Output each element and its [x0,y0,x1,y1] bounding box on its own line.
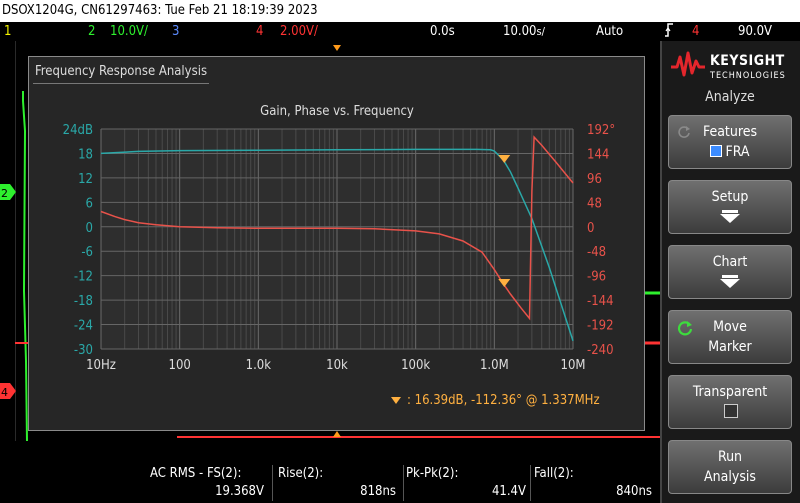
y-right-tick-label: 96 [587,172,602,187]
submenu-arrow-icon [720,279,740,288]
transparent-label: Transparent [692,384,768,400]
y-left-tick-label: 12 [78,172,93,187]
y-left-tick-label: -18 [74,294,93,309]
brand-name: KEYSIGHT [710,53,785,69]
chart-label: Chart [712,254,748,270]
y-left-tick-label: 18 [78,147,93,162]
features-label: Features [702,124,758,140]
y-right-tick-label: -240 [587,343,614,358]
measurement-fall[interactable]: Fall(2): 840ns [534,463,658,503]
marker-label: Marker [708,339,752,355]
window-title: DSOX1204G, CN61297463: Tue Feb 21 18:19:… [2,3,318,18]
svg-text:4: 4 [1,386,8,399]
run-label: Run [717,449,743,465]
y-right-tick-label: -96 [587,270,606,285]
status-bar: 1 2 10.0V/ 3 4 2.00V/ 0.0s 10.00s/ Auto … [0,22,800,41]
run-analysis-softkey[interactable]: Run Analysis [668,440,792,494]
y-left-tick-label: 0 [86,221,93,236]
y-right-tick-label: -192 [587,319,614,334]
readout-marker-icon [391,397,401,404]
separator [530,465,531,501]
measurement-value: 19.368V [215,484,264,499]
y-right-tick-label: 144 [587,147,609,162]
y-right-tick-label: 192° [587,123,615,138]
ch2-scale[interactable]: 10.0V/ [110,22,148,41]
measurement-name: Rise(2): [278,466,324,481]
measurement-name: Pk-Pk(2): [406,466,459,481]
y-right-tick-label: -144 [587,294,614,309]
fra-dialog[interactable]: Frequency Response Analysis Gain, Phase … [28,56,645,431]
submenu-bar-icon [722,210,738,213]
features-softkey[interactable]: Features FRA [668,115,792,169]
y-left-tick-label: -12 [74,270,93,285]
ch2-label[interactable]: 2 [88,22,95,41]
checkbox-checked-icon [710,145,723,157]
measurement-bar: AC RMS - FS(2): 19.368V Rise(2): 818ns P… [0,463,660,503]
softkey-panel: KEYSIGHT TECHNOLOGIES Analyze Features F… [660,41,800,503]
ch4-ground-marker[interactable]: 4 [0,382,16,402]
x-tick-label: 1.0M [480,358,509,373]
time-offset[interactable]: 0.0s [430,22,455,41]
ch2-ground-marker[interactable]: 2 [0,183,16,203]
svg-text:2: 2 [1,187,8,200]
trigger-channel[interactable]: 4 [692,22,699,41]
measurement-pk-pk[interactable]: Pk-Pk(2): 41.4V [406,463,532,503]
ch2-trace [22,91,28,442]
keysight-logo: KEYSIGHT TECHNOLOGIES [670,49,794,85]
y-left-tick-label: 6 [86,196,93,211]
measurement-name: Fall(2): [534,466,574,481]
marker-readout: : 16.39dB, -112.36° @ 1.337MHz [407,393,600,408]
setup-label: Setup [711,189,749,205]
setup-softkey[interactable]: Setup [668,180,792,234]
y-right-tick-label: 0 [587,221,594,236]
x-tick-label: 100 [169,358,191,373]
measurement-name: AC RMS - FS(2): [150,466,242,481]
x-tick-label: 1.0k [246,358,272,373]
trigger-position-marker [333,45,341,51]
checkbox-unchecked-icon [724,404,738,418]
chart-softkey[interactable]: Chart [668,245,792,299]
submenu-bar-icon [722,275,738,278]
measurement-rise[interactable]: Rise(2): 818ns [278,463,402,503]
move-marker-softkey[interactable]: Move Marker [668,310,792,364]
menu-title: Analyze [705,89,755,105]
trigger-level[interactable]: 90.0V [738,22,772,41]
x-tick-label: 100k [401,358,430,373]
y-left-tick-label: -24 [74,319,93,334]
x-tick-label: 10M [561,358,586,373]
submenu-arrow-icon [720,214,740,223]
x-tick-label: 10k [326,358,348,373]
y-right-tick-label: 48 [587,196,602,211]
x-tick-label: 10Hz [86,358,116,373]
transparent-softkey[interactable]: Transparent [668,375,792,429]
features-value: FRA [669,144,791,160]
time-reference-marker [333,431,341,437]
analysis-label: Analysis [704,469,756,485]
trigger-mode[interactable]: Auto [596,22,623,41]
y-right-tick-label: -48 [587,245,606,260]
measurement-ac-rms[interactable]: AC RMS - FS(2): 19.368V [150,463,270,503]
brand-sub: TECHNOLOGIES [710,71,786,81]
y-left-tick-label: -30 [74,343,93,358]
chart-title: Gain, Phase vs. Frequency [260,104,414,119]
measurement-value: 818ns [360,484,396,499]
ch1-label[interactable]: 1 [4,22,11,41]
separator [403,465,404,501]
move-label: Move [713,319,747,335]
time-scale[interactable]: 10.00s/ [503,22,545,41]
y-left-tick-label: -6 [81,245,93,260]
ch4-scale[interactable]: 2.00V/ [280,22,318,41]
fra-chart[interactable]: Gain, Phase vs. Frequency 24dB 18 12 6 0 -6 -12… [29,57,644,430]
ch4-label[interactable]: 4 [256,22,263,41]
y-left-tick-label: 24dB [63,123,93,138]
keysight-wave-icon [671,51,705,77]
measurement-value: 840ns [616,484,652,499]
title-bar: DSOX1204G, CN61297463: Tue Feb 21 18:19:… [0,0,800,22]
ch3-label[interactable]: 3 [172,22,179,41]
measurement-value: 41.4V [491,484,526,499]
separator [272,465,273,501]
